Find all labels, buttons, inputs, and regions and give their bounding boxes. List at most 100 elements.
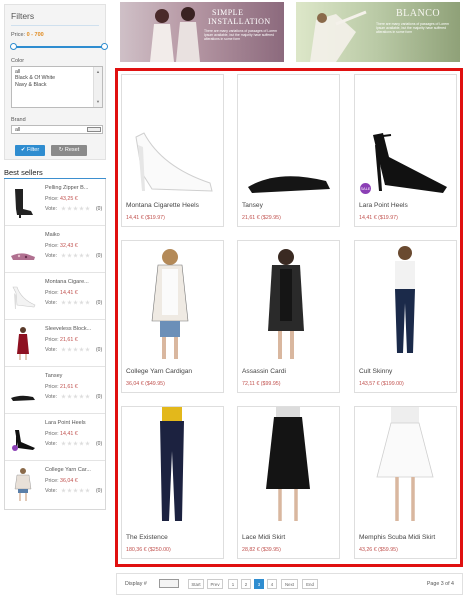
vote-count: (0)	[96, 441, 103, 447]
product-thumbnail[interactable]	[9, 373, 37, 407]
product-thumbnail[interactable]	[9, 420, 37, 454]
price-label: Price: 0 - 700	[11, 32, 44, 38]
best-seller-name[interactable]: Montana Cigare...	[45, 279, 89, 285]
product-name[interactable]: The Existence	[126, 534, 168, 541]
best-seller-name[interactable]: Tansey	[45, 373, 62, 379]
product-name[interactable]: Lace Midi Skirt	[242, 534, 285, 541]
product-image[interactable]	[122, 241, 223, 361]
rating-stars[interactable]	[61, 206, 91, 213]
dropdown-arrow-icon[interactable]	[87, 127, 101, 132]
rating-stars[interactable]	[61, 253, 91, 260]
scroll-up-icon[interactable]: ▲	[96, 69, 100, 75]
filter-button[interactable]: ✔ Filter	[15, 145, 45, 156]
vote-count: (0)	[96, 394, 103, 400]
best-seller-item[interactable]: Montana Cigare... Price: 14,41 € Vote: (…	[5, 273, 105, 320]
best-sellers-title: Best sellers	[4, 168, 43, 177]
product-price: 21,61 € ($29.95)	[242, 215, 281, 221]
pagination-page-3-current[interactable]: 3	[254, 579, 264, 589]
best-seller-item[interactable]: College Yarn Car... Price: 36,04 € Vote:…	[5, 461, 105, 508]
best-seller-item[interactable]: Tansey Price: 21,61 € Vote: (0)	[5, 367, 105, 414]
best-seller-item[interactable]: Maiko Price: 32,43 € Vote: (0)	[5, 226, 105, 273]
price-slider-track[interactable]	[13, 46, 105, 48]
vote-label: Vote:	[45, 300, 58, 306]
product-card[interactable]: Assassin Cardi 72,11 € ($99.95)	[237, 240, 340, 393]
best-seller-item[interactable]: Sleeveless Block... Price: 21,61 € Vote:…	[5, 320, 105, 367]
product-card[interactable]: College Yarn Cardigan 36,04 € ($49.95)	[121, 240, 224, 393]
best-seller-name[interactable]: Pelling Zipper B...	[45, 185, 88, 191]
pagination-page-4[interactable]: 4	[267, 579, 277, 589]
product-card[interactable]: Tansey 21,61 € ($29.95)	[237, 74, 340, 227]
vote-count: (0)	[96, 253, 103, 259]
color-select-list[interactable]: all Black & Of White Navy & Black ▲ ▼	[11, 66, 103, 108]
pagination-bar: Display # Start Prev 1 2 3 4 Next End Pa…	[116, 573, 463, 595]
product-image[interactable]	[355, 241, 456, 361]
product-name[interactable]: Assassin Cardi	[242, 368, 286, 375]
rating-stars[interactable]	[61, 441, 91, 448]
product-thumbnail[interactable]	[9, 279, 37, 313]
best-seller-name[interactable]: Sleeveless Block...	[45, 326, 91, 332]
product-image[interactable]	[355, 75, 456, 195]
pagination-end-button[interactable]: End	[302, 579, 318, 589]
rating-stars[interactable]	[61, 347, 91, 354]
product-name[interactable]: Tansey	[242, 202, 263, 209]
pagination-page-2[interactable]: 2	[241, 579, 251, 589]
display-label: Display #	[125, 581, 147, 587]
product-image[interactable]	[238, 407, 339, 527]
best-seller-name[interactable]: College Yarn Car...	[45, 467, 91, 473]
pagination-next-button[interactable]: Next	[281, 579, 298, 589]
vote-label: Vote:	[45, 441, 58, 447]
best-sellers-list: Pelling Zipper B... Price: 43,25 € Vote:…	[4, 179, 106, 510]
pagination-page-1[interactable]: 1	[228, 579, 238, 589]
reset-button[interactable]: ↻ Reset	[51, 145, 87, 156]
display-count-select[interactable]	[159, 579, 179, 588]
product-price: 43,26 € ($59.95)	[359, 547, 398, 553]
promo-banner-blanco[interactable]: BLANCO There are many variations of pass…	[296, 2, 460, 62]
rating-stars[interactable]	[61, 488, 91, 495]
color-option[interactable]: Navy & Black	[15, 82, 99, 88]
promo-banner-installation[interactable]: SIMPLE INSTALLATION There are many varia…	[120, 2, 284, 62]
rating-stars[interactable]	[61, 394, 91, 401]
product-image[interactable]	[122, 407, 223, 527]
product-thumbnail[interactable]	[9, 326, 37, 360]
rating-stars[interactable]	[61, 300, 91, 307]
product-card[interactable]: SALE Lara Point Heels 14,41 € ($19.97)	[354, 74, 457, 227]
banner-title-line1: SIMPLE	[212, 8, 244, 17]
product-image[interactable]	[238, 241, 339, 361]
product-name[interactable]: Memphis Scuba Midi Skirt	[359, 534, 435, 541]
brand-select[interactable]: all	[11, 125, 103, 134]
vote-label: Vote:	[45, 394, 58, 400]
best-seller-name[interactable]: Lara Point Heels	[45, 420, 86, 426]
best-seller-price: Price: 43,25 €	[45, 196, 78, 202]
best-seller-item[interactable]: Pelling Zipper B... Price: 43,25 € Vote:…	[5, 179, 105, 226]
product-name[interactable]: College Yarn Cardigan	[126, 368, 192, 375]
banner-title: BLANCO	[396, 8, 441, 19]
product-name[interactable]: Cult Skinny	[359, 368, 392, 375]
product-card[interactable]: Lace Midi Skirt 28,82 € ($39.95)	[237, 406, 340, 559]
product-thumbnail[interactable]	[9, 232, 37, 266]
product-thumbnail[interactable]	[9, 467, 37, 501]
best-seller-name[interactable]: Maiko	[45, 232, 60, 238]
price-slider-min-handle[interactable]	[10, 43, 17, 50]
page-info: Page 3 of 4	[426, 581, 454, 587]
color-list-scrollbar[interactable]: ▲ ▼	[93, 67, 102, 107]
product-card[interactable]: Montana Cigarette Heels 14,41 € ($19.97)	[121, 74, 224, 227]
product-image[interactable]	[238, 75, 339, 195]
product-card[interactable]: Cult Skinny 143,57 € ($199.00)	[354, 240, 457, 393]
best-seller-item[interactable]: Lara Point Heels Price: 14,41 € Vote: (0…	[5, 414, 105, 461]
scroll-down-icon[interactable]: ▼	[96, 99, 100, 105]
product-card[interactable]: The Existence 180,36 € ($250.00)	[121, 406, 224, 559]
product-image[interactable]	[355, 407, 456, 527]
banner-title-line2: INSTALLATION	[208, 17, 271, 26]
product-price: 72,11 € ($99.95)	[242, 381, 281, 387]
product-name[interactable]: Lara Point Heels	[359, 202, 408, 209]
product-card[interactable]: Memphis Scuba Midi Skirt 43,26 € ($59.95…	[354, 406, 457, 559]
pagination-start-button[interactable]: Start	[188, 579, 204, 589]
product-price: 143,57 € ($199.00)	[359, 381, 404, 387]
vote-count: (0)	[96, 488, 103, 494]
product-name[interactable]: Montana Cigarette Heels	[126, 202, 199, 209]
product-thumbnail[interactable]	[9, 185, 37, 219]
vote-label: Vote:	[45, 206, 58, 212]
product-image[interactable]	[122, 75, 223, 195]
price-slider-max-handle[interactable]	[101, 43, 108, 50]
pagination-prev-button[interactable]: Prev	[207, 579, 223, 589]
